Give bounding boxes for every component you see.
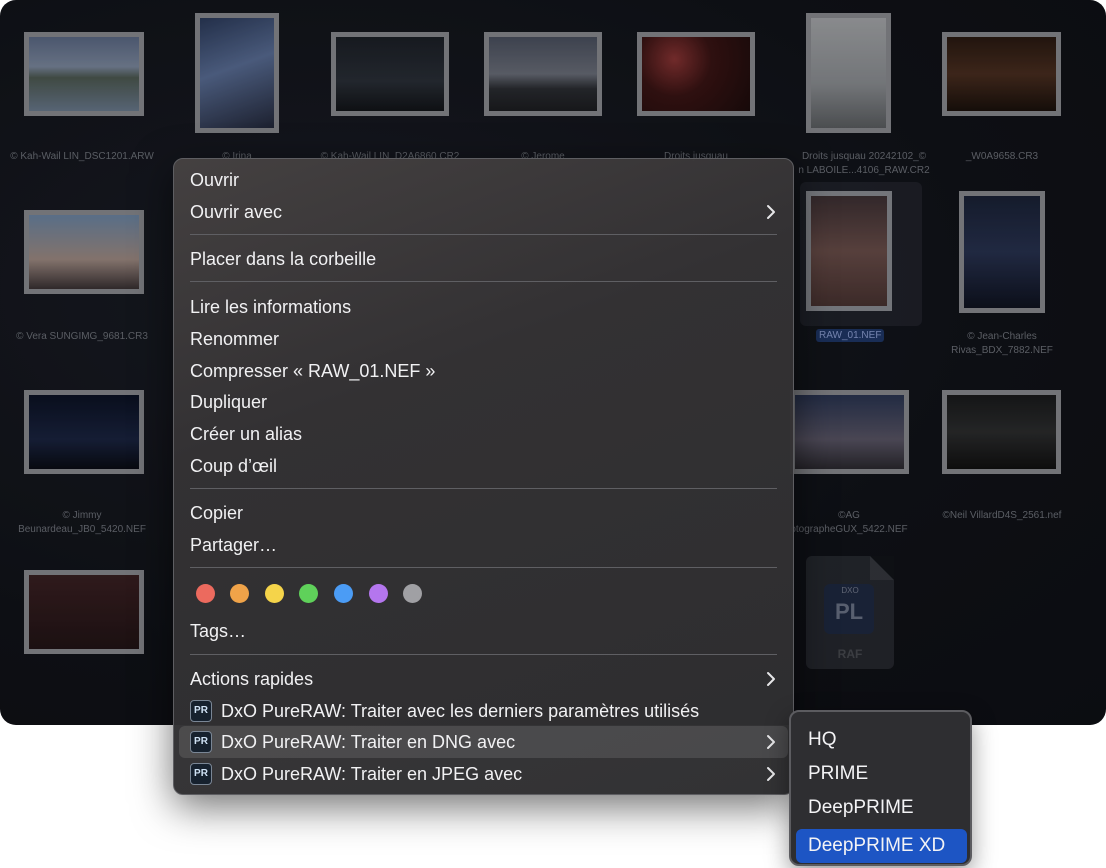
menu-item-copy[interactable]: Copier bbox=[190, 502, 243, 524]
raf-document-icon[interactable]: PL DXO RAF bbox=[806, 556, 894, 669]
menu-item-make-alias[interactable]: Créer un alias bbox=[190, 423, 302, 445]
tag-blue-dot[interactable] bbox=[334, 584, 353, 603]
file-thumbnail[interactable] bbox=[959, 191, 1045, 313]
file-thumbnail[interactable] bbox=[942, 390, 1061, 474]
menu-item-quick-look[interactable]: Coup d’œil bbox=[190, 455, 277, 477]
file-thumbnail[interactable] bbox=[24, 32, 144, 116]
menu-item-quick-actions[interactable]: Actions rapides bbox=[190, 668, 313, 690]
menu-item-pureraw-last-settings[interactable]: DxO PureRAW: Traiter avec les derniers p… bbox=[221, 700, 699, 722]
file-caption: ©AG bbox=[838, 510, 860, 521]
tag-gray-dot[interactable] bbox=[403, 584, 422, 603]
menu-item-get-info[interactable]: Lire les informations bbox=[190, 296, 351, 318]
file-caption: ©Neil VillardD4S_2561.nef bbox=[942, 510, 1062, 521]
file-thumbnail[interactable] bbox=[806, 13, 891, 133]
chevron-right-icon bbox=[765, 668, 777, 690]
submenu-item-deepprime-xd[interactable]: DeepPRIME XD bbox=[808, 834, 945, 858]
file-thumbnail[interactable] bbox=[942, 32, 1061, 116]
file-caption: _W0A9658.CR3 bbox=[965, 151, 1039, 162]
file-caption: © Jean-Charles bbox=[967, 331, 1037, 342]
file-caption: © Vera SUNGIMG_9681.CR3 bbox=[16, 331, 148, 342]
menu-item-tags[interactable]: Tags… bbox=[190, 620, 246, 642]
submenu-item-hq[interactable]: HQ bbox=[808, 728, 837, 752]
submenu-item-prime[interactable]: PRIME bbox=[808, 762, 868, 786]
file-extension-label: RAF bbox=[837, 647, 863, 661]
file-caption-line2: otographeGUX_5422.NEF bbox=[790, 524, 908, 535]
file-thumbnail[interactable] bbox=[24, 570, 144, 654]
file-thumbnail-selected[interactable] bbox=[806, 191, 892, 311]
menu-item-pureraw-jpeg[interactable]: DxO PureRAW: Traiter en JPEG avec bbox=[221, 763, 522, 785]
file-thumbnail[interactable] bbox=[637, 32, 755, 116]
menu-item-trash[interactable]: Placer dans la corbeille bbox=[190, 248, 376, 270]
chevron-right-icon bbox=[765, 201, 777, 223]
submenu-item-deepprime[interactable]: DeepPRIME bbox=[808, 796, 914, 820]
menu-item-duplicate[interactable]: Dupliquer bbox=[190, 391, 267, 413]
menu-separator bbox=[190, 567, 777, 568]
file-caption-line2: n LABOILE...4106_RAW.CR2 bbox=[798, 165, 930, 176]
menu-separator bbox=[190, 654, 777, 655]
menu-separator bbox=[190, 234, 777, 235]
tag-orange-dot[interactable] bbox=[230, 584, 249, 603]
file-caption-line2: Rivas_BDX_7882.NEF bbox=[951, 345, 1053, 356]
selected-file-caption: RAW_01.NEF bbox=[816, 329, 885, 342]
file-caption: Droits jusquau 20242102_© bbox=[801, 151, 927, 162]
menu-separator bbox=[190, 488, 777, 489]
menu-item-open-with[interactable]: Ouvrir avec bbox=[190, 201, 282, 223]
tag-yellow-dot[interactable] bbox=[265, 584, 284, 603]
menu-item-open[interactable]: Ouvrir bbox=[190, 169, 239, 191]
file-thumbnail[interactable] bbox=[24, 210, 144, 294]
pureraw-app-icon: PR bbox=[190, 700, 212, 722]
menu-separator bbox=[190, 281, 777, 282]
pureraw-dng-submenu: HQ PRIME DeepPRIME DeepPRIME XD bbox=[789, 710, 972, 866]
chevron-right-icon bbox=[765, 763, 777, 785]
context-menu: Ouvrir Ouvrir avec Placer dans la corbei… bbox=[173, 158, 794, 795]
file-caption: © Kah-Wail LIN_DSC1201.ARW bbox=[10, 151, 154, 162]
dxo-brand-label: DXO bbox=[841, 586, 859, 595]
tag-red-dot[interactable] bbox=[196, 584, 215, 603]
file-thumbnail[interactable] bbox=[24, 390, 144, 474]
file-caption: © Jimmy bbox=[62, 510, 102, 521]
tag-green-dot[interactable] bbox=[299, 584, 318, 603]
file-thumbnail[interactable] bbox=[331, 32, 449, 116]
file-thumbnail[interactable] bbox=[195, 13, 279, 133]
tag-purple-dot[interactable] bbox=[369, 584, 388, 603]
file-thumbnail[interactable] bbox=[790, 390, 909, 474]
pureraw-app-icon: PR bbox=[190, 731, 212, 753]
chevron-right-icon bbox=[765, 731, 777, 753]
page-fold bbox=[870, 556, 894, 580]
pureraw-app-icon: PR bbox=[190, 763, 212, 785]
menu-item-pureraw-dng[interactable]: DxO PureRAW: Traiter en DNG avec bbox=[221, 731, 515, 753]
file-caption-line2: Beunardeau_JB0_5420.NEF bbox=[18, 524, 146, 535]
file-thumbnail[interactable] bbox=[484, 32, 602, 116]
menu-item-rename[interactable]: Renommer bbox=[190, 328, 279, 350]
menu-item-compress[interactable]: Compresser « RAW_01.NEF » bbox=[190, 360, 435, 382]
menu-item-share[interactable]: Partager… bbox=[190, 534, 277, 556]
